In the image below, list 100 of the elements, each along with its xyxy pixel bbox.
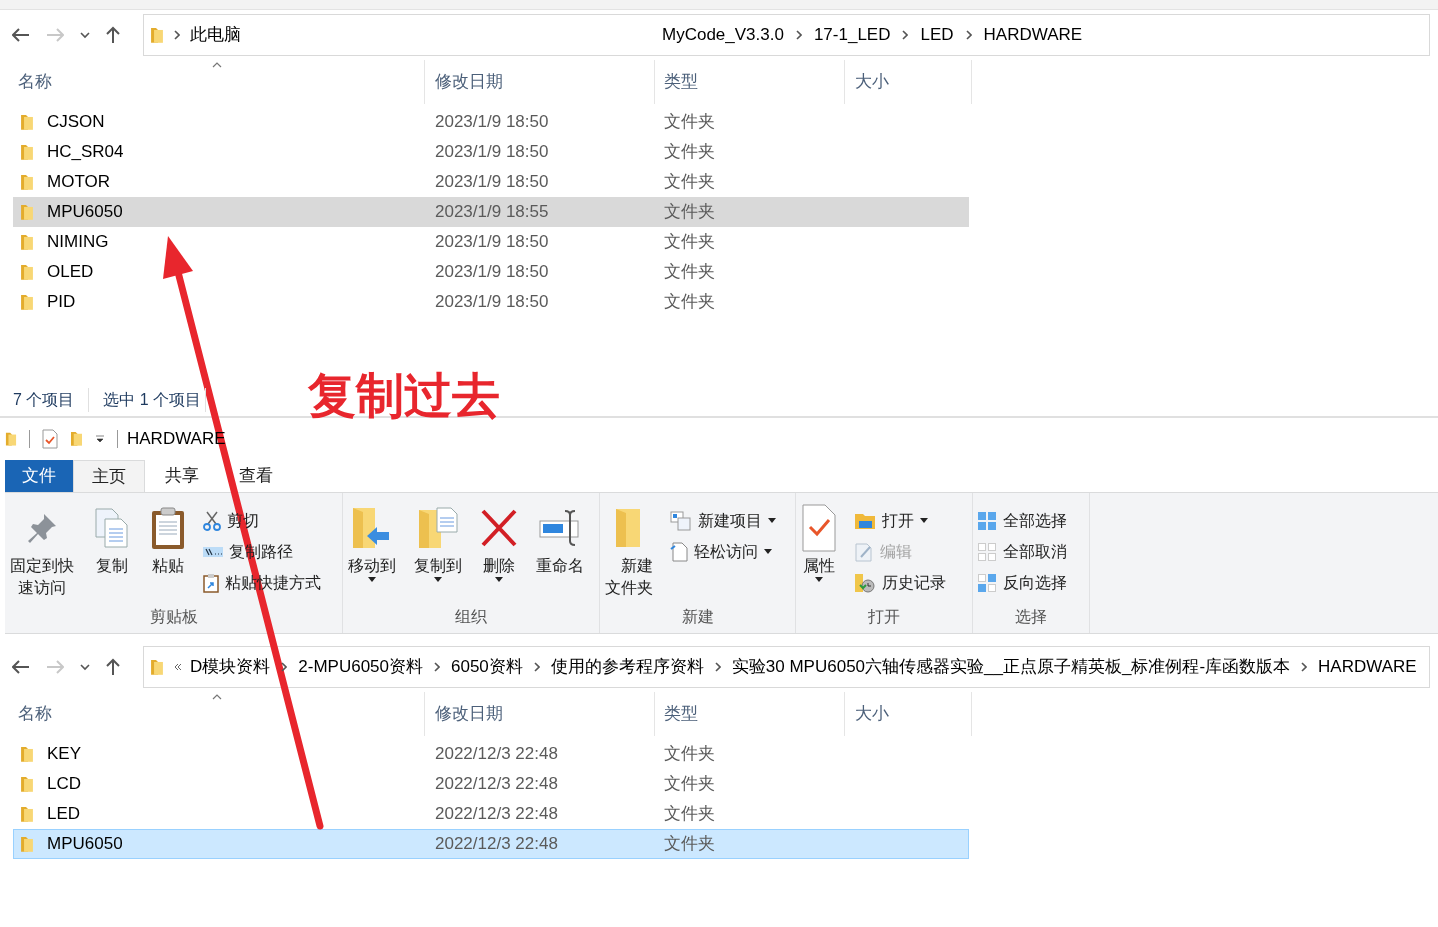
modified-date: 2023/1/9 18:50 xyxy=(435,261,549,284)
breadcrumb[interactable]: 2-MPU6050资料 xyxy=(298,654,423,680)
column-header[interactable]: 类型 xyxy=(655,692,845,736)
file-type: 文件夹 xyxy=(664,141,715,164)
column-header[interactable]: 修改日期 xyxy=(425,692,655,736)
file-row[interactable]: KEY 2022/12/3 22:48 文件夹 xyxy=(13,739,969,769)
chevron-right-icon xyxy=(281,662,288,672)
file-row[interactable]: NIMING 2023/1/9 18:50 文件夹 xyxy=(13,227,969,257)
file-name: MPU6050 xyxy=(47,833,123,856)
ribbon-tab[interactable]: 文件 xyxy=(5,460,73,492)
file-name: LCD xyxy=(47,773,81,796)
overflow-chevrons-icon[interactable] xyxy=(174,663,182,671)
back-icon[interactable] xyxy=(12,28,30,42)
file-name: PID xyxy=(47,291,76,314)
address-bar[interactable]: 此电脑 MyCode_V3.3.0 17-1_LED LED HARDWARE xyxy=(143,14,1430,56)
file-name: NIMING xyxy=(47,231,109,254)
back-icon[interactable] xyxy=(12,660,30,674)
up-icon[interactable] xyxy=(106,26,120,44)
ribbon-tab[interactable]: 主页 xyxy=(73,460,145,492)
address-bar[interactable]: D模块资料 2-MPU6050资料 6050资料 使用的参考程序资料 实验30 MPU6050六轴传感器实验__正点原子精英板_标准例程-库函数版本 HARDWARE xyxy=(143,646,1430,688)
chevron-right-icon xyxy=(174,30,180,40)
breadcrumb[interactable]: MyCode_V3.3.0 xyxy=(662,22,784,48)
dropdown-icon[interactable] xyxy=(95,435,105,443)
breadcrumb[interactable]: LED xyxy=(920,22,954,48)
file-row[interactable]: PID 2023/1/9 18:50 文件夹 xyxy=(13,287,969,317)
chevron-right-icon xyxy=(965,30,972,40)
ribbon-button[interactable]: 轻松访问 xyxy=(668,536,778,567)
modified-date: 2023/1/9 18:50 xyxy=(435,291,549,314)
properties-icon[interactable] xyxy=(42,429,58,449)
file-type: 文件夹 xyxy=(664,171,715,194)
column-header[interactable]: 大小 xyxy=(845,60,972,104)
breadcrumb[interactable]: HARDWARE xyxy=(1318,654,1417,680)
column-header[interactable]: 名称 xyxy=(5,692,425,736)
chevron-right-icon xyxy=(434,662,440,672)
file-row[interactable]: MPU6050 2023/1/9 18:55 文件夹 xyxy=(13,197,969,227)
status-text: 7 个项目 xyxy=(13,388,90,412)
grid-icon xyxy=(977,541,997,562)
caret-icon xyxy=(495,577,503,582)
file-name: KEY xyxy=(47,743,82,766)
file-row[interactable]: CJSON 2023/1/9 18:50 文件夹 xyxy=(13,107,969,137)
breadcrumb[interactable]: D模块资料 xyxy=(190,654,271,680)
breadcrumb[interactable]: 此电脑 xyxy=(190,22,241,48)
ribbon-button[interactable]: 移动到 xyxy=(345,503,399,582)
chevron-right-icon xyxy=(795,30,802,40)
breadcrumb[interactable]: 6050资料 xyxy=(451,654,523,680)
file-row[interactable]: LED 2022/12/3 22:48 文件夹 xyxy=(13,799,969,829)
edit-icon xyxy=(854,541,874,562)
folder-icon xyxy=(20,293,34,311)
dropdown-icon[interactable] xyxy=(80,663,90,671)
sort-up-icon[interactable] xyxy=(212,694,222,700)
file-type: 文件夹 xyxy=(664,201,715,224)
ribbon-button[interactable]: 复制 xyxy=(89,503,135,577)
file-name: MOTOR xyxy=(47,171,110,194)
file-row[interactable]: OLED 2023/1/9 18:50 文件夹 xyxy=(13,257,969,287)
file-row[interactable]: HC_SR04 2023/1/9 18:50 文件夹 xyxy=(13,137,969,167)
ribbon-button[interactable]: 全部选择 xyxy=(975,505,1069,536)
breadcrumb[interactable]: HARDWARE xyxy=(983,22,1083,48)
folder-icon xyxy=(20,203,34,221)
chevron-right-icon xyxy=(1301,662,1308,672)
ribbon-button[interactable]: 全部取消 xyxy=(975,536,1069,567)
file-row[interactable]: MPU6050 2022/12/3 22:48 文件夹 xyxy=(13,829,969,859)
column-header[interactable]: 类型 xyxy=(655,60,845,104)
up-icon[interactable] xyxy=(106,658,120,676)
caret-icon xyxy=(768,518,776,523)
ribbon-button[interactable]: 重命名 xyxy=(533,503,587,577)
modified-date: 2022/12/3 22:48 xyxy=(435,803,558,826)
column-header[interactable]: 名称 xyxy=(5,60,425,104)
folder-icon xyxy=(20,805,34,823)
ribbon-button[interactable]: 属性 xyxy=(798,503,840,582)
ribbon-button[interactable]: 新建项目 xyxy=(668,505,778,536)
folder-icon xyxy=(150,26,164,44)
ribbon-button[interactable]: 复制到 xyxy=(411,503,465,582)
history-icon xyxy=(854,572,876,593)
ribbon-button[interactable]: 粘贴 xyxy=(147,503,189,577)
file-name: OLED xyxy=(47,261,94,284)
ribbon-button[interactable]: 删除 xyxy=(477,503,521,582)
ribbon-button[interactable]: 固定到快速访问 xyxy=(7,503,77,599)
breadcrumb[interactable]: 17-1_LED xyxy=(813,22,891,48)
modified-date: 2023/1/9 18:50 xyxy=(435,231,549,254)
dropdown-icon[interactable] xyxy=(80,31,90,39)
ribbon-button[interactable]: 反向选择 xyxy=(975,567,1069,598)
delete-icon xyxy=(480,508,518,548)
ribbon-button[interactable]: 新建文件夹 xyxy=(602,503,656,599)
group-label: 打开 xyxy=(868,607,900,627)
folder-icon xyxy=(5,431,17,447)
grid-icon xyxy=(977,572,997,593)
column-header[interactable]: 大小 xyxy=(845,692,972,736)
scissors-icon xyxy=(203,510,221,531)
file-row[interactable]: MOTOR 2023/1/9 18:50 文件夹 xyxy=(13,167,969,197)
ribbon-button[interactable]: 历史记录 xyxy=(852,567,948,598)
modified-date: 2023/1/9 18:50 xyxy=(435,141,549,164)
ribbon-button[interactable]: 打开 xyxy=(852,505,948,536)
group-label: 选择 xyxy=(1015,607,1047,627)
file-name: LED xyxy=(47,803,81,826)
file-row[interactable]: LCD 2022/12/3 22:48 文件夹 xyxy=(13,769,969,799)
breadcrumb[interactable]: 实验30 MPU6050六轴传感器实验__正点原子精英板_标准例程-库函数版本 xyxy=(731,654,1291,680)
column-header[interactable]: 修改日期 xyxy=(425,60,655,104)
sort-up-icon[interactable] xyxy=(212,62,222,68)
breadcrumb[interactable]: 使用的参考程序资料 xyxy=(550,654,704,680)
checkmark-document-icon xyxy=(801,503,837,553)
